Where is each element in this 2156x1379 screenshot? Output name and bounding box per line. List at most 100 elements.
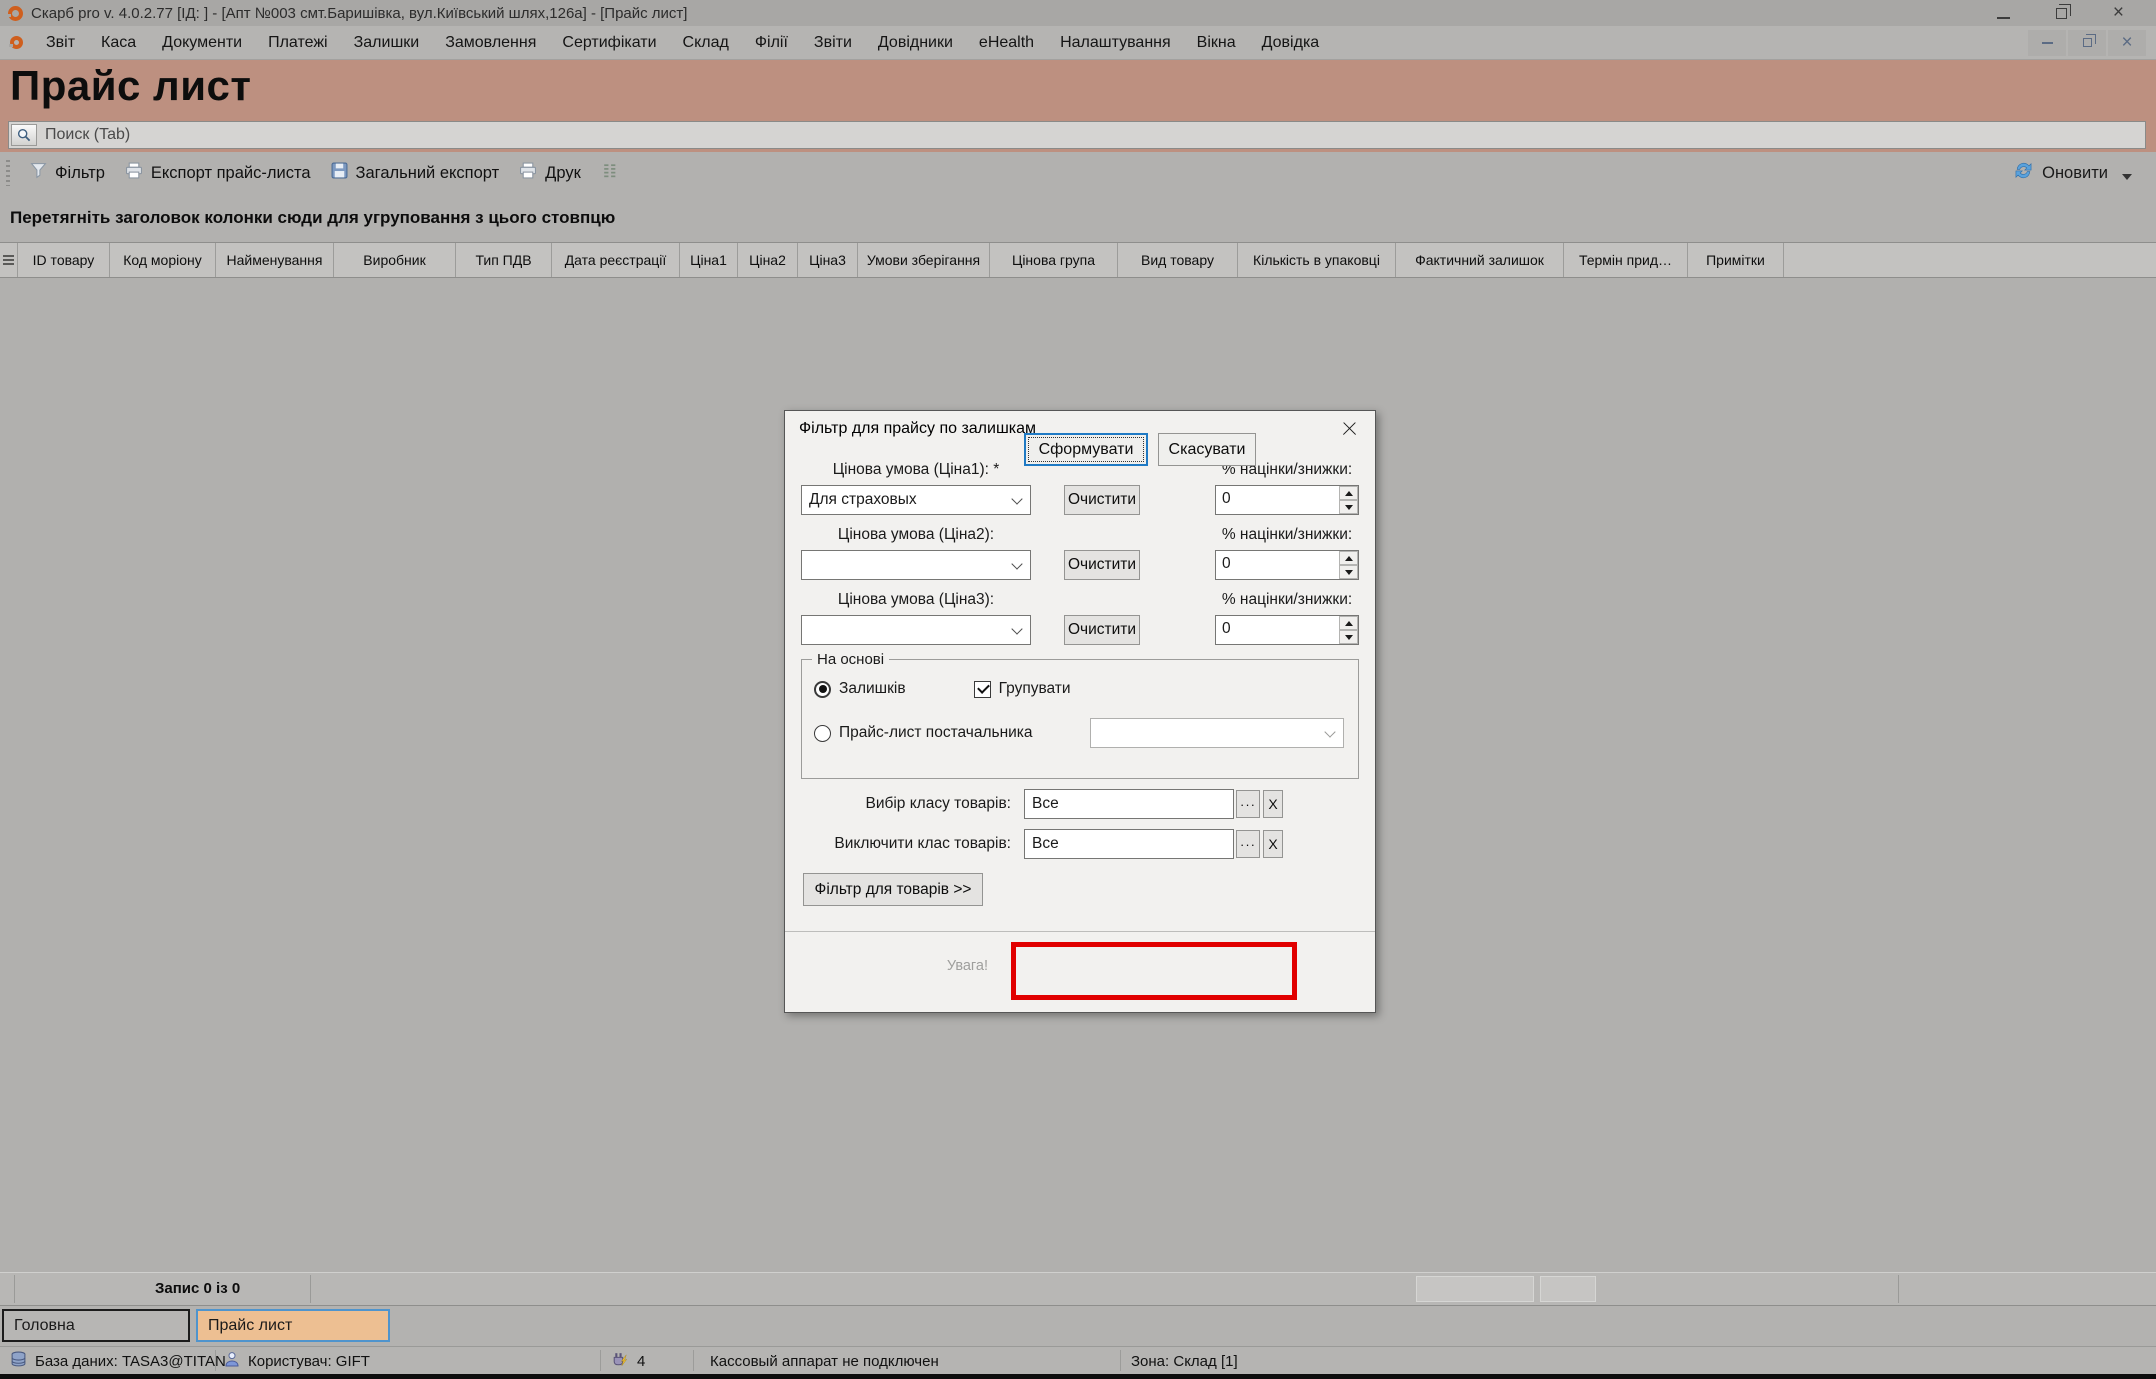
submit-button[interactable]: Сформувати [1024, 433, 1148, 466]
class-exclude-field[interactable]: Все [1024, 829, 1234, 859]
clear-button[interactable]: Очистити [1064, 485, 1140, 515]
spin-down-icon[interactable] [1339, 565, 1358, 579]
column-header[interactable]: Умови зберігання [858, 243, 990, 277]
group-checkbox[interactable] [974, 681, 991, 698]
menu-item[interactable]: Довідка [1249, 29, 1333, 57]
menu-item[interactable]: Замовлення [432, 29, 549, 57]
chevron-down-icon[interactable] [2122, 174, 2132, 180]
column-header[interactable]: Тип ПДВ [456, 243, 552, 277]
radio-supplier-label: Прайс-лист постачальника [839, 724, 1033, 742]
search-icon[interactable] [11, 124, 37, 146]
supplier-combobox[interactable] [1090, 718, 1344, 748]
percent-spinner[interactable]: 0 [1215, 615, 1359, 645]
menu-item[interactable]: Звіти [801, 29, 865, 57]
restore-icon[interactable] [2056, 5, 2067, 22]
price-condition-label: Цінова умова (Ціна2): [801, 526, 1031, 544]
menu-item[interactable]: Сертифікати [549, 29, 669, 57]
print-button[interactable]: Друк [509, 158, 591, 188]
mdi-restore-icon[interactable] [2068, 30, 2106, 56]
group-by-bar[interactable]: Перетягніть заголовок колонки сюди для у… [0, 194, 2156, 242]
group-by-hint: Перетягніть заголовок колонки сюди для у… [10, 208, 615, 228]
chevron-down-icon [1011, 493, 1022, 504]
class-exclude-clear-button[interactable]: X [1263, 830, 1283, 858]
column-header[interactable]: Кількість в упаковці [1238, 243, 1396, 277]
price-condition-combobox[interactable] [801, 615, 1031, 645]
column-header[interactable]: Вид товару [1118, 243, 1238, 277]
menu-item[interactable]: Довідники [865, 29, 966, 57]
percent-spinner[interactable]: 0 [1215, 485, 1359, 515]
spin-up-icon[interactable] [1339, 551, 1358, 565]
column-header[interactable]: Дата реєстрації [552, 243, 680, 277]
column-header[interactable]: Термін прид… [1564, 243, 1688, 277]
columns-button[interactable] [591, 158, 628, 188]
export-price-button[interactable]: Експорт прайс-листа [115, 158, 321, 188]
radio-supplier[interactable] [814, 725, 831, 742]
user-label: Користувач: GIFT [248, 1353, 370, 1370]
percent-spinner[interactable]: 0 [1215, 550, 1359, 580]
radio-stock[interactable] [814, 681, 831, 698]
filter-button[interactable]: Фільтр [20, 158, 115, 188]
save-icon [331, 162, 348, 184]
price-condition-combobox[interactable] [801, 550, 1031, 580]
menu-item[interactable]: Залишки [341, 29, 433, 57]
spin-down-icon[interactable] [1339, 500, 1358, 514]
dialog-close-icon[interactable] [1339, 418, 1361, 440]
price-condition-label: Цінова умова (Ціна3): [801, 591, 1031, 609]
column-header[interactable]: Ціна2 [738, 243, 798, 277]
menu-item[interactable]: Платежі [255, 29, 341, 57]
menu-item[interactable]: eHealth [966, 29, 1047, 57]
column-header[interactable]: Фактичний залишок [1396, 243, 1564, 277]
column-header[interactable]: Код моріону [110, 243, 216, 277]
close-icon[interactable]: × [2113, 5, 2124, 20]
menu-item[interactable]: Вікна [1184, 29, 1249, 57]
column-header[interactable]: ID товару [18, 243, 110, 277]
toolbar: Фільтр Експорт прайс-листа Загальний екс… [0, 152, 2156, 194]
tab-home[interactable]: Головна [2, 1309, 190, 1342]
tab-price-list[interactable]: Прайс лист [196, 1309, 390, 1342]
column-header[interactable]: Цінова група [990, 243, 1118, 277]
column-header[interactable]: Примітки [1688, 243, 1784, 277]
mdi-minimize-icon[interactable] [2028, 30, 2066, 56]
minimize-icon[interactable] [1997, 5, 2010, 22]
app-logo-icon-small [10, 36, 23, 49]
database-icon [10, 1351, 27, 1372]
clear-button[interactable]: Очистити [1064, 615, 1140, 645]
menu-item[interactable]: Склад [670, 29, 742, 57]
cancel-button[interactable]: Скасувати [1158, 433, 1256, 466]
class-exclude-browse-button[interactable]: ··· [1236, 830, 1260, 858]
class-select-browse-button[interactable]: ··· [1236, 790, 1260, 818]
chevron-down-icon [1011, 558, 1022, 569]
spin-down-icon[interactable] [1339, 630, 1358, 644]
menu-item[interactable]: Документи [149, 29, 255, 57]
class-select-clear-button[interactable]: X [1263, 790, 1283, 818]
menu-item[interactable]: Філії [742, 29, 801, 57]
menubar: ЗвітКасаДокументиПлатежіЗалишкиЗамовленн… [0, 26, 2156, 60]
dialog-body: Цінова умова (Ціна1): * % націнки/знижки… [785, 447, 1375, 906]
price-condition-row: Цінова умова (Ціна2): % націнки/знижки: … [801, 526, 1359, 580]
spin-up-icon[interactable] [1339, 486, 1358, 500]
column-header[interactable]: Ціна1 [680, 243, 738, 277]
mdi-close-icon[interactable]: × [2108, 30, 2146, 56]
clear-button[interactable]: Очистити [1064, 550, 1140, 580]
price-condition-label: Цінова умова (Ціна1): * [801, 461, 1031, 479]
column-header[interactable]: Найменування [216, 243, 334, 277]
menu-item[interactable]: Каса [88, 29, 149, 57]
toolbar-grip-handle[interactable] [6, 160, 10, 186]
page-banner: Прайс лист [0, 60, 2156, 152]
refresh-button[interactable]: Оновити [2013, 160, 2142, 186]
menu-item[interactable]: Звіт [33, 29, 88, 57]
search-input[interactable] [37, 123, 2145, 147]
database-label: База даних: TASA3@TITAN [35, 1353, 226, 1370]
column-header[interactable]: Ціна3 [798, 243, 858, 277]
goods-filter-button[interactable]: Фільтр для товарів >> [803, 873, 983, 906]
spin-up-icon[interactable] [1339, 616, 1358, 630]
class-select-field[interactable]: Все [1024, 789, 1234, 819]
general-export-button[interactable]: Загальний експорт [321, 158, 510, 188]
class-select-label: Вибір класу товарів: [801, 795, 1011, 813]
column-header[interactable]: Виробник [334, 243, 456, 277]
menu-item[interactable]: Налаштування [1047, 29, 1184, 57]
dialog-footer: Увага! [785, 931, 1375, 1012]
price-condition-combobox[interactable]: Для страховых [801, 485, 1031, 515]
group-checkbox-label: Групувати [999, 680, 1071, 698]
app-logo-icon [8, 6, 23, 21]
